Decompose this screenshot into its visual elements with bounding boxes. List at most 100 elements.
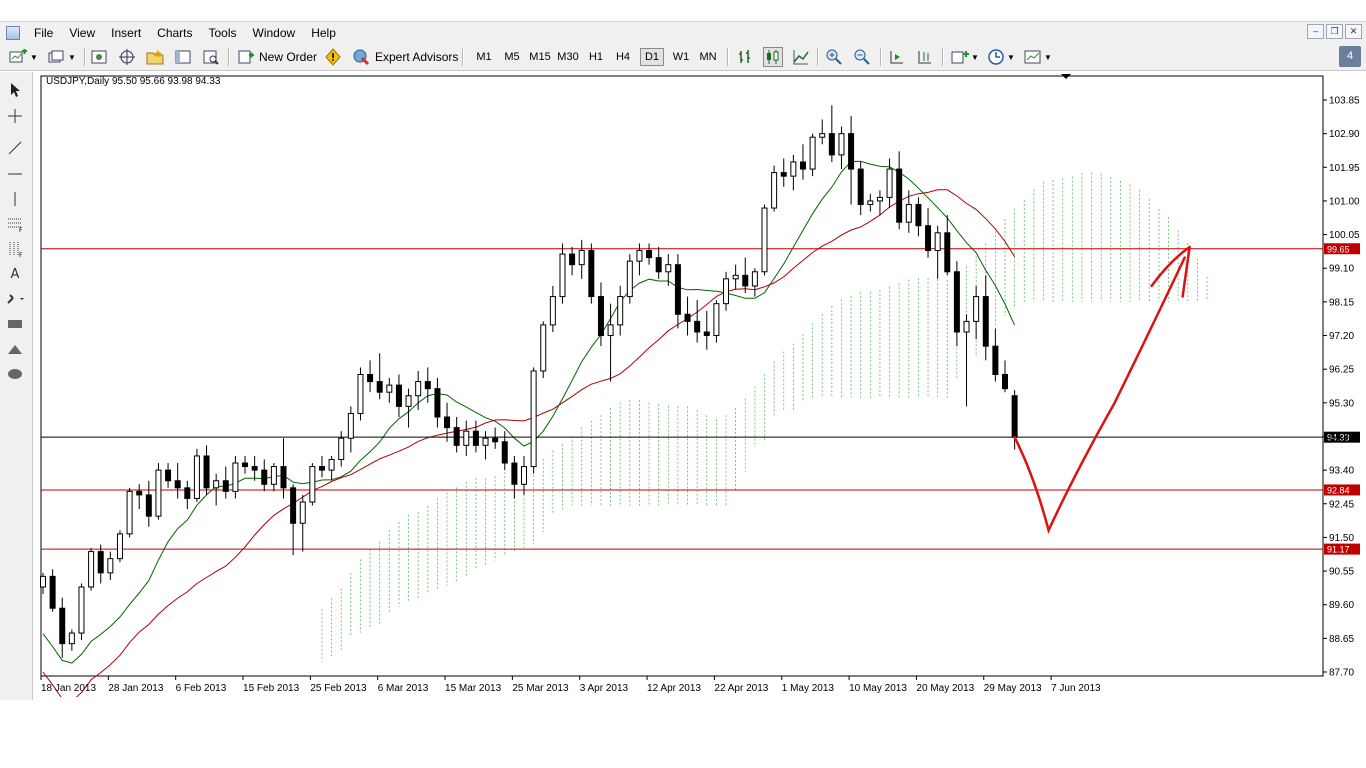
date-axis-label: 12 Apr 2013 [647, 683, 701, 694]
new-order-button[interactable]: New Order [259, 48, 317, 66]
chevron-down-icon[interactable]: ▼ [1007, 53, 1015, 73]
ellipse-icon[interactable] [4, 364, 26, 384]
new-order-icon[interactable] [236, 47, 256, 67]
candle-body [867, 200, 874, 205]
autoscroll-icon[interactable] [887, 47, 907, 67]
candle-body [299, 501, 306, 524]
expert-advisors-button[interactable]: Expert Advisors [375, 48, 458, 66]
candle-body [905, 203, 912, 223]
menu-tools[interactable]: Tools [201, 22, 245, 44]
candle-body [107, 558, 114, 574]
candle-body [155, 469, 162, 517]
candle-body [771, 172, 778, 209]
text-icon[interactable]: A [4, 264, 26, 284]
restore-button[interactable]: ❐ [1326, 24, 1343, 39]
price-axis-label: 91.50 [1329, 533, 1354, 544]
date-axis-label: 29 May 2013 [984, 683, 1042, 694]
menu-insert[interactable]: Insert [103, 22, 149, 44]
candle-body [597, 296, 604, 337]
fibonacci-icon[interactable]: F [4, 214, 26, 234]
app-icon[interactable] [6, 26, 20, 40]
date-axis-label: 7 Jun 2013 [1051, 683, 1101, 694]
timeframe-m5[interactable]: M5 [500, 48, 524, 66]
price-axis-label: 98.15 [1329, 297, 1354, 308]
timeframe-m30[interactable]: M30 [555, 48, 581, 66]
folder-star-icon[interactable] [145, 47, 165, 67]
timeframe-h4[interactable]: H4 [612, 48, 634, 66]
candle-body [511, 462, 518, 485]
candle-body [848, 133, 855, 170]
candle-body [40, 575, 46, 588]
timeframe-w1[interactable]: W1 [669, 48, 693, 66]
menu-file[interactable]: File [26, 22, 61, 44]
svg-text:F: F [19, 227, 23, 232]
navigator-icon[interactable] [117, 47, 137, 67]
candle-body [761, 207, 768, 273]
candle-body [925, 225, 932, 252]
profiles-icon[interactable] [46, 47, 66, 67]
timeframe-m1[interactable]: M1 [472, 48, 496, 66]
indicators-icon[interactable] [950, 47, 970, 67]
price-chart[interactable]: 99.6594.3392.8491.17 103.85102.90101.951… [37, 73, 1365, 697]
menu-view[interactable]: View [61, 22, 103, 44]
candle-body [492, 437, 499, 443]
menu-window[interactable]: Window [245, 22, 304, 44]
fibo-fan-icon[interactable]: F [4, 239, 26, 259]
candle-body [116, 533, 123, 560]
candle-body [395, 384, 402, 407]
date-axis-label: 1 May 2013 [782, 683, 835, 694]
candlestick-icon[interactable] [763, 47, 783, 67]
candle-body [973, 296, 980, 322]
price-axis-label: 101.95 [1329, 163, 1360, 174]
timeframe-m15[interactable]: M15 [527, 48, 553, 66]
terminal-icon[interactable] [173, 47, 193, 67]
candle-body [174, 480, 181, 489]
candle-body [222, 480, 229, 492]
candle-body [97, 551, 104, 574]
timeframe-h1[interactable]: H1 [585, 48, 607, 66]
notification-badge[interactable]: 4 [1339, 46, 1361, 67]
crosshair-icon[interactable] [4, 106, 26, 126]
date-axis-label: 25 Mar 2013 [512, 683, 569, 694]
candle-body [367, 373, 374, 383]
cursor-icon[interactable] [4, 80, 26, 100]
candle-body [213, 480, 220, 489]
close-button[interactable]: ✕ [1345, 24, 1362, 39]
minimize-button[interactable]: – [1307, 24, 1324, 39]
expert-advisors-icon[interactable] [351, 47, 371, 67]
timeframe-d1[interactable]: D1 [640, 48, 664, 66]
clock-icon[interactable] [986, 47, 1006, 67]
chevron-down-icon[interactable]: ▼ [30, 53, 38, 73]
date-axis-label: 22 Apr 2013 [714, 683, 768, 694]
new-chart-icon[interactable] [8, 47, 28, 67]
vertical-line-icon[interactable] [4, 189, 26, 209]
templates-icon[interactable] [1023, 47, 1043, 67]
timeframe-mn[interactable]: MN [696, 48, 720, 66]
menu-charts[interactable]: Charts [149, 22, 200, 44]
strategy-tester-icon[interactable] [201, 47, 221, 67]
candle-body [338, 437, 345, 460]
candle-body [886, 168, 893, 198]
line-chart-icon[interactable] [791, 47, 811, 67]
bar-chart-icon[interactable] [735, 47, 755, 67]
trendline-icon[interactable] [4, 138, 26, 158]
market-watch-icon[interactable] [89, 47, 109, 67]
chart-shift-icon[interactable] [915, 47, 935, 67]
candle-body [992, 345, 999, 375]
rectangle-icon[interactable] [4, 314, 26, 334]
candle-body [463, 430, 470, 446]
candle-body [751, 271, 758, 287]
arrows-icon[interactable] [4, 289, 26, 309]
menu-help[interactable]: Help [303, 22, 344, 44]
candle-body [684, 313, 691, 322]
triangle-icon[interactable] [4, 339, 26, 359]
chevron-down-icon[interactable]: ▼ [1044, 53, 1052, 73]
chevron-down-icon[interactable]: ▼ [68, 53, 76, 73]
zoom-out-icon[interactable] [852, 47, 872, 67]
chevron-down-icon[interactable]: ▼ [971, 53, 979, 73]
horizontal-line-icon[interactable] [4, 164, 26, 184]
date-axis-label: 18 Jan 2013 [41, 683, 96, 694]
alert-icon[interactable] [323, 47, 343, 67]
candle-body [723, 278, 730, 305]
zoom-in-icon[interactable] [824, 47, 844, 67]
